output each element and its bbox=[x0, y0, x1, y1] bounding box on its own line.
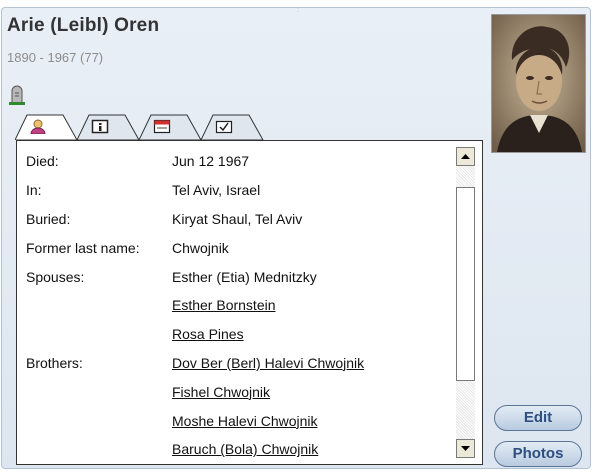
detail-link[interactable]: Dov Ber (Berl) Halevi Chwojnik bbox=[172, 355, 364, 371]
scroll-thumb[interactable] bbox=[456, 187, 475, 381]
tab-person[interactable] bbox=[15, 114, 81, 140]
details-list: Died: Jun 12 1967 In: Tel Aviv, Israel Burie… bbox=[26, 147, 446, 464]
detail-link[interactable]: Baruch (Bola) Chwojnik bbox=[172, 441, 318, 457]
tab-calendar[interactable] bbox=[139, 114, 205, 140]
detail-label: Died: bbox=[26, 153, 59, 170]
detail-row: Died: Jun 12 1967 bbox=[26, 147, 446, 176]
person-name: Arie (Leibl) Oren bbox=[7, 15, 160, 36]
scroll-down-button[interactable] bbox=[456, 439, 475, 458]
person-dates: 1890 - 1967 (77) bbox=[7, 50, 104, 65]
detail-label: Spouses: bbox=[26, 268, 85, 285]
detail-value: Chwojnik bbox=[172, 239, 229, 256]
info-icon bbox=[91, 119, 109, 134]
tombstone-icon bbox=[9, 85, 25, 105]
detail-row: Former last name: Chwojnik bbox=[26, 233, 446, 262]
person-icon bbox=[30, 119, 46, 134]
detail-row: Brothers: Dov Ber (Berl) Halevi Chwojnik bbox=[26, 349, 446, 378]
edit-button[interactable]: Edit bbox=[494, 405, 582, 431]
photos-button[interactable]: Photos bbox=[494, 441, 582, 467]
detail-row: Fishel Chwojnik bbox=[26, 377, 446, 406]
detail-value: Esther (Etia) Mednitzky bbox=[172, 268, 317, 285]
detail-row: Moshe Halevi Chwojnik bbox=[26, 406, 446, 435]
check-box-icon bbox=[215, 120, 233, 134]
vertical-scrollbar[interactable] bbox=[456, 147, 475, 458]
tab-info[interactable] bbox=[77, 114, 143, 140]
detail-link[interactable]: Rosa Pines bbox=[172, 326, 244, 342]
detail-label: Brothers: bbox=[26, 354, 83, 371]
detail-label: In: bbox=[26, 182, 42, 199]
detail-label: Former last name: bbox=[26, 239, 140, 256]
calendar-icon bbox=[153, 119, 171, 134]
detail-value: Jun 12 1967 bbox=[172, 153, 250, 170]
detail-row: Buried: Kiryat Shaul, Tel Aviv bbox=[26, 205, 446, 234]
up-arrow-icon bbox=[461, 154, 470, 159]
detail-row: In: Tel Aviv, Israel bbox=[26, 176, 446, 205]
detail-link[interactable]: Fishel Chwojnik bbox=[172, 384, 270, 400]
tab-events[interactable] bbox=[201, 114, 267, 140]
down-arrow-icon bbox=[461, 446, 470, 451]
detail-value: Tel Aviv, Israel bbox=[172, 182, 261, 199]
detail-label: Buried: bbox=[26, 210, 71, 227]
detail-value: Kiryat Shaul, Tel Aviv bbox=[172, 210, 303, 227]
scroll-up-button[interactable] bbox=[456, 147, 475, 166]
detail-row: Esther Bornstein bbox=[26, 291, 446, 320]
details-panel: Died: Jun 12 1967 In: Tel Aviv, Israel Burie… bbox=[16, 140, 483, 465]
detail-row: Baruch (Bola) Chwojnik bbox=[26, 435, 446, 464]
detail-link[interactable]: Esther Bornstein bbox=[172, 297, 276, 313]
detail-row: Spouses: Esther (Etia) Mednitzky bbox=[26, 262, 446, 291]
tab-strip bbox=[15, 112, 275, 140]
drag-grip[interactable]: · · bbox=[297, 6, 300, 15]
detail-row: Rosa Pines bbox=[26, 320, 446, 349]
detail-link[interactable]: Moshe Halevi Chwojnik bbox=[172, 413, 318, 429]
portrait-photo[interactable] bbox=[491, 14, 586, 153]
